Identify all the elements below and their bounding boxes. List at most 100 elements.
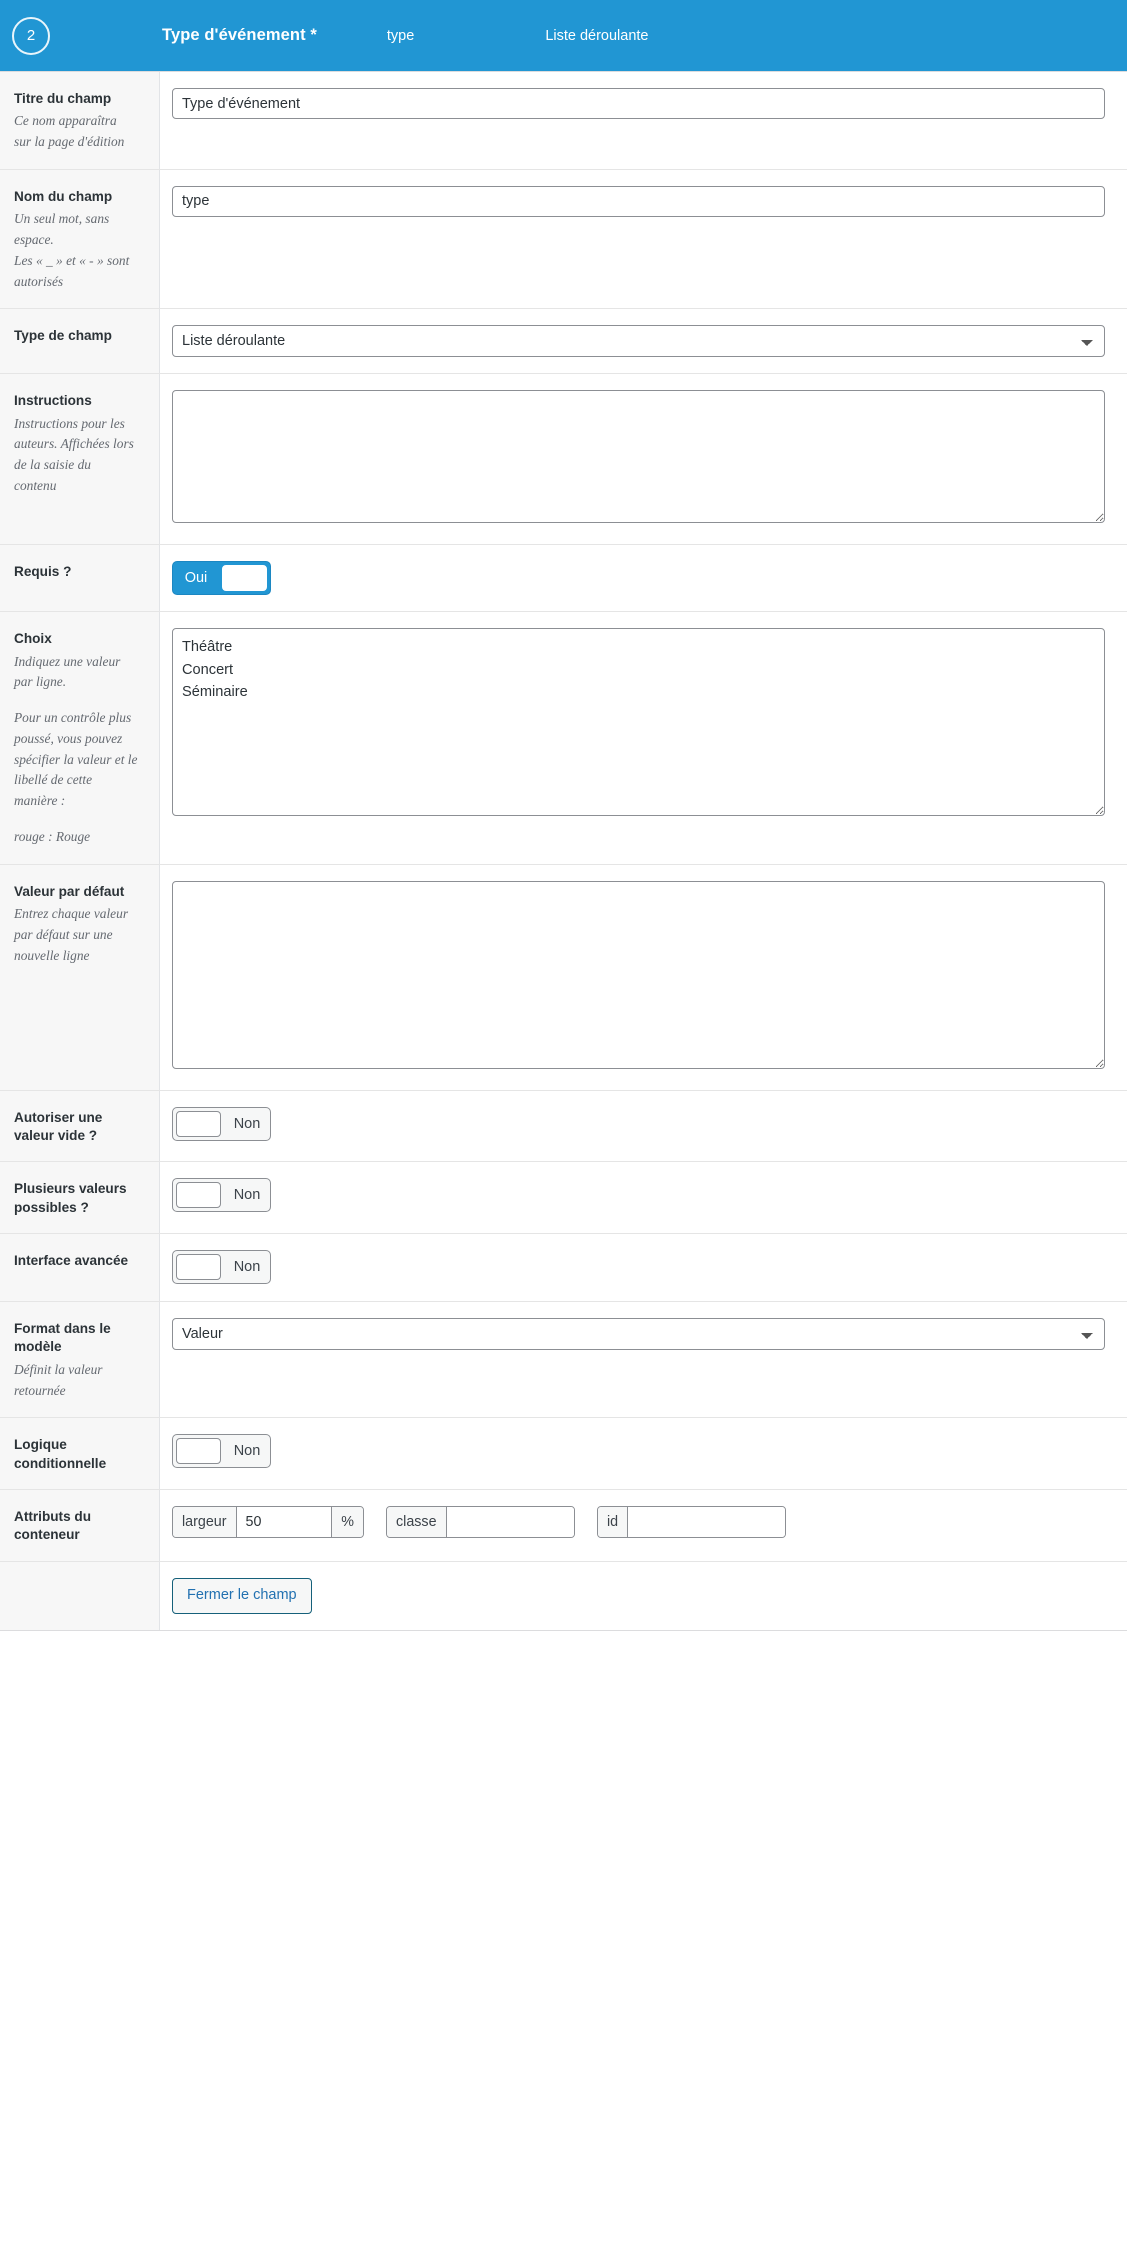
row-choices: Choix Indiquez une valeur par ligne. Pou… [0, 612, 1127, 865]
desc-line: spécifier la valeur et le [14, 751, 138, 767]
row-field-cell: Oui [160, 545, 1127, 612]
field-header-label[interactable]: Type d'événement * [162, 26, 317, 45]
field-header-type[interactable]: Liste déroulante [545, 28, 648, 44]
multiple-toggle[interactable]: Non [172, 1178, 271, 1213]
row-multiple: Plusieurs valeurs possibles ? Non [0, 1162, 1127, 1235]
label-field-type: Type de champ [14, 328, 112, 344]
row-field-cell: Théâtre Concert Séminaire [160, 612, 1127, 864]
desc-line: libellé de cette [14, 772, 93, 788]
row-default-value: Valeur par défaut Entrez chaque valeur p… [0, 864, 1127, 1091]
label-instructions: Instructions [14, 393, 92, 409]
row-field-name: Nom du champ Un seul mot, sans espace. L… [0, 169, 1127, 310]
required-toggle-state: Oui [184, 570, 208, 587]
field-settings-table: Titre du champ Ce nom apparaîtra sur la … [0, 71, 1127, 1630]
allow-null-toggle-state: Non [233, 1115, 261, 1132]
choices-textarea[interactable]: Théâtre Concert Séminaire [172, 628, 1105, 817]
label-advanced-ui: Interface avancée [14, 1253, 129, 1269]
desc-return-format: Définit la valeur retournée [14, 1360, 146, 1402]
row-label-cell: Type de champ [0, 309, 160, 374]
row-wrapper-attributes: Attributs du conteneur largeur % classe … [0, 1490, 1127, 1562]
field-header-name[interactable]: type [387, 28, 414, 44]
row-field-cell [160, 169, 1127, 309]
label-allow-null: Autoriser une valeur vide ? [14, 1109, 103, 1144]
desc-line: de la saisie du [14, 457, 91, 473]
row-label-cell: Choix Indiquez une valeur par ligne. Pou… [0, 612, 160, 864]
row-label-cell: Valeur par défaut Entrez chaque valeur p… [0, 864, 160, 1090]
row-label-cell: Interface avancée [0, 1234, 160, 1302]
row-conditional-logic: Logique conditionnelle Non [0, 1418, 1127, 1491]
row-field-label: Titre du champ Ce nom apparaîtra sur la … [0, 72, 1127, 170]
instructions-textarea[interactable] [172, 390, 1105, 524]
row-label-cell: Plusieurs valeurs possibles ? [0, 1162, 160, 1234]
close-field-button[interactable]: Fermer le champ [172, 1577, 312, 1614]
field-header[interactable]: 2 Type d'événement * type Liste déroulan… [0, 0, 1127, 71]
label-field-label: Titre du champ [14, 91, 112, 106]
row-allow-null: Autoriser une valeur vide ? Non [0, 1090, 1127, 1163]
desc-choices: Indiquez une valeur par ligne. Pour un c… [14, 652, 146, 848]
desc-line: Ce nom apparaîtra [14, 113, 117, 129]
label-return-format: Format dans le modèle [14, 1321, 111, 1355]
wrapper-class-group: classe [386, 1506, 575, 1539]
desc-line: auteurs. Affichées lors [14, 436, 134, 452]
allow-null-toggle[interactable]: Non [172, 1106, 271, 1141]
toggle-knob-icon [176, 1254, 221, 1281]
desc-line: par ligne. [14, 674, 67, 690]
row-return-format: Format dans le modèle Définit la valeur … [0, 1302, 1127, 1419]
wrapper-id-input[interactable] [628, 1507, 785, 1538]
wrapper-id-group: id [597, 1506, 786, 1539]
row-field-cell: Fermer le champ [160, 1561, 1127, 1630]
wrapper-width-input[interactable] [236, 1507, 332, 1538]
row-instructions: Instructions Instructions pour les auteu… [0, 374, 1127, 546]
row-field-cell [160, 864, 1127, 1090]
desc-line: Indiquez une valeur [14, 653, 121, 669]
row-label-cell: Attributs du conteneur [0, 1490, 160, 1561]
desc-line: contenu [14, 477, 57, 493]
row-label-cell: Autoriser une valeur vide ? [0, 1090, 160, 1162]
toggle-knob-icon [222, 565, 267, 592]
field-order-badge: 2 [12, 16, 50, 55]
desc-line: Pour un contrôle plus [14, 710, 132, 726]
row-label-cell: Instructions Instructions pour les auteu… [0, 374, 160, 545]
row-field-cell: Non [160, 1090, 1127, 1162]
row-label-cell: Format dans le modèle Définit la valeur … [0, 1302, 160, 1418]
label-choices: Choix [14, 631, 52, 647]
row-field-cell: Non [160, 1418, 1127, 1490]
row-label-cell: Nom du champ Un seul mot, sans espace. L… [0, 169, 160, 309]
row-label-cell [0, 1561, 160, 1630]
advanced-ui-toggle[interactable]: Non [172, 1250, 271, 1285]
row-actions: Fermer le champ [0, 1561, 1127, 1630]
desc-line: espace. [14, 231, 54, 247]
row-required: Requis ? Oui [0, 545, 1127, 613]
row-field-cell: largeur % classe id [160, 1490, 1127, 1561]
field-name-input[interactable] [172, 185, 1105, 217]
desc-default-value: Entrez chaque valeur par défaut sur une … [14, 904, 146, 966]
default-value-textarea[interactable] [172, 880, 1105, 1069]
row-label-cell: Titre du champ Ce nom apparaîtra sur la … [0, 72, 160, 169]
field-object-panel: 2 Type d'événement * type Liste déroulan… [0, 0, 1127, 1631]
label-default-value: Valeur par défaut [14, 883, 125, 899]
wrapper-class-label: classe [387, 1507, 447, 1538]
wrapper-class-input[interactable] [446, 1507, 574, 1538]
label-field-name: Nom du champ [14, 188, 113, 204]
wrapper-width-label: largeur [173, 1507, 237, 1538]
row-label-cell: Requis ? [0, 545, 160, 612]
desc-line: autorisés [14, 273, 64, 289]
conditional-logic-toggle-state: Non [233, 1443, 261, 1460]
wrapper-width-group: largeur % [172, 1506, 364, 1539]
return-format-select[interactable]: Valeur [172, 1318, 1105, 1351]
row-field-cell [160, 72, 1127, 169]
row-field-cell: Valeur [160, 1302, 1127, 1418]
wrapper-width-unit: % [331, 1507, 363, 1538]
desc-line: Entrez chaque valeur [14, 906, 129, 922]
wrapper-id-label: id [598, 1507, 629, 1538]
field-type-select[interactable]: Liste déroulante [172, 325, 1105, 358]
row-field-cell: Non [160, 1234, 1127, 1302]
desc-instructions: Instructions pour les auteurs. Affichées… [14, 414, 146, 497]
toggle-knob-icon [176, 1438, 221, 1465]
toggle-knob-icon [176, 1182, 221, 1209]
conditional-logic-toggle[interactable]: Non [172, 1434, 271, 1469]
desc-line: nouvelle ligne [14, 947, 90, 963]
required-toggle[interactable]: Oui [172, 561, 271, 596]
desc-line: rouge : Rouge [14, 828, 91, 844]
field-label-input[interactable] [172, 88, 1105, 119]
